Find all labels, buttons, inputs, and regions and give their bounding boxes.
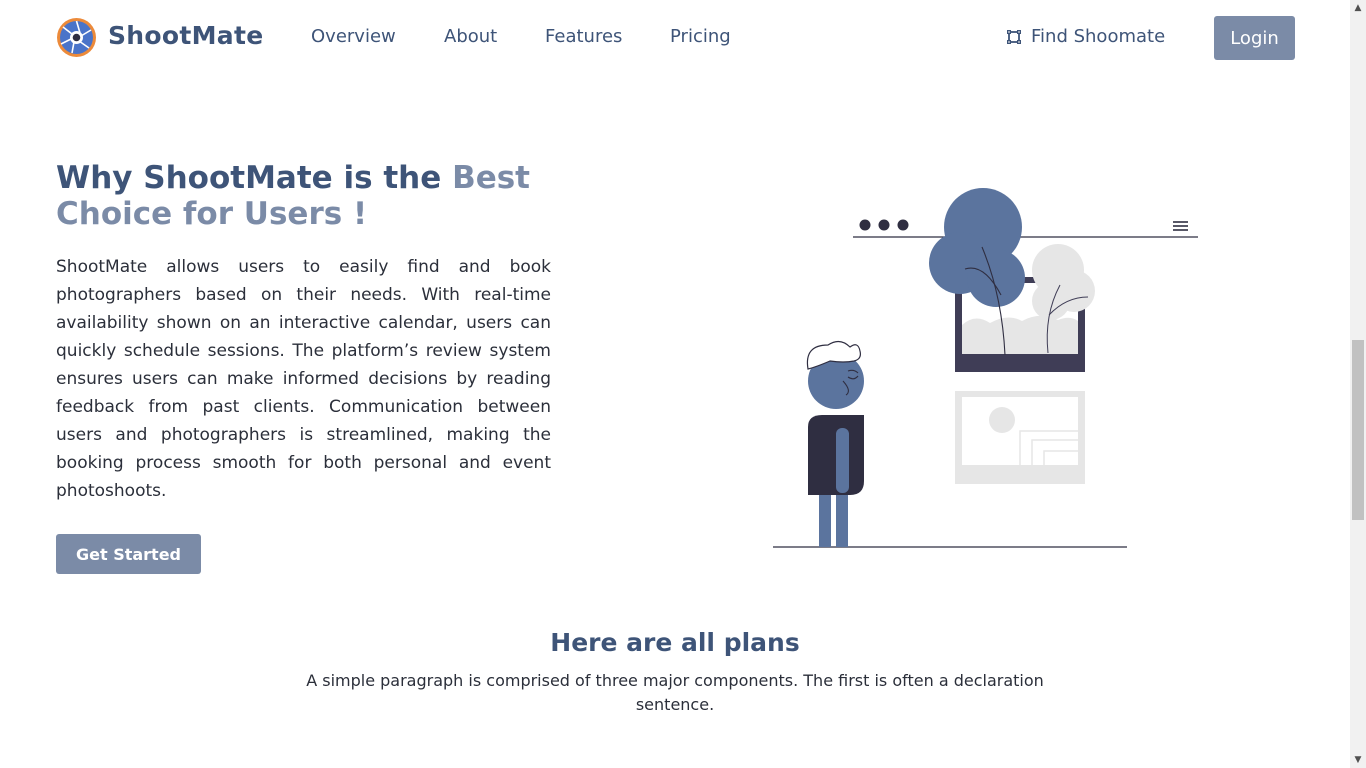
frame-icon — [1007, 29, 1021, 44]
hero-illustration — [773, 188, 1198, 548]
site-header: ShootMate Overview About Features Pricin… — [0, 0, 1350, 76]
hero-title-main: Why ShootMate is the — [56, 160, 453, 196]
page-scrollbar[interactable]: ▲ ▼ — [1350, 0, 1366, 768]
aperture-logo-icon[interactable] — [56, 17, 97, 58]
scroll-up-icon[interactable]: ▲ — [1350, 0, 1366, 16]
brand-name[interactable]: ShootMate — [108, 21, 263, 50]
nav-overview[interactable]: Overview — [311, 26, 396, 47]
scrollbar-thumb[interactable] — [1352, 340, 1364, 520]
plans-subtitle: A simple paragraph is comprised of three… — [306, 671, 1044, 714]
nav-pricing[interactable]: Pricing — [670, 26, 731, 47]
hero-description: ShootMate allows users to easily find an… — [56, 257, 551, 501]
hero-title: Why ShootMate is the Best Choice for Use… — [56, 160, 576, 232]
get-started-button[interactable]: Get Started — [56, 534, 201, 574]
nav-features[interactable]: Features — [545, 26, 622, 47]
find-shootmate-link[interactable]: Find Shoomate — [1006, 26, 1165, 47]
plans-title: Here are all plans — [550, 628, 800, 657]
find-shootmate-label: Find Shoomate — [1031, 26, 1166, 47]
scroll-down-icon[interactable]: ▼ — [1350, 752, 1366, 768]
nav-about[interactable]: About — [444, 26, 497, 47]
login-button[interactable]: Login — [1214, 16, 1295, 60]
